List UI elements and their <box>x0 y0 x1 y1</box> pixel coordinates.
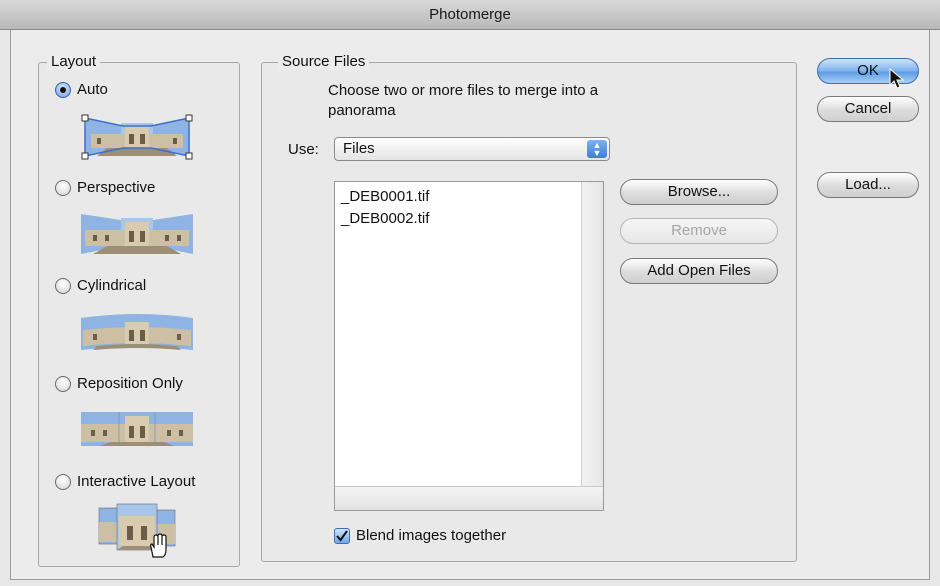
layout-option-cylindrical[interactable]: Cylindrical <box>55 277 146 294</box>
radio-interactive[interactable] <box>55 473 71 490</box>
window-title: Photomerge <box>0 0 940 30</box>
blend-checkbox[interactable] <box>334 527 350 544</box>
reposition-thumbnail <box>81 412 193 446</box>
layout-option-reposition[interactable]: Reposition Only <box>55 375 183 392</box>
layout-group: Layout Auto Perspective Cylindrical Repo… <box>38 53 240 567</box>
file-list[interactable]: _DEB0001.tif _DEB0002.tif <box>334 181 604 511</box>
auto-thumbnail <box>81 114 193 160</box>
list-item[interactable]: _DEB0002.tif <box>335 208 603 230</box>
source-instructions: Choose two or more files to merge into a… <box>328 82 599 119</box>
layout-option-interactive[interactable]: Interactive Layout <box>55 473 195 490</box>
radio-perspective[interactable] <box>55 179 71 196</box>
hand-cursor-icon <box>150 533 167 558</box>
use-select-value: Files <box>343 140 375 157</box>
use-label: Use: <box>288 141 319 158</box>
cylindrical-thumbnail <box>81 314 193 350</box>
checkmark-icon <box>336 529 348 542</box>
remove-button[interactable]: Remove <box>620 218 778 244</box>
perspective-thumbnail <box>81 214 193 254</box>
photomerge-dialog: Layout Auto Perspective Cylindrical Repo… <box>10 30 930 580</box>
radio-cylindrical[interactable] <box>55 277 71 294</box>
layout-option-label: Auto <box>77 81 108 98</box>
cancel-button[interactable]: Cancel <box>817 96 919 122</box>
source-files-legend: Source Files <box>278 53 370 70</box>
layout-option-label: Reposition Only <box>77 375 183 392</box>
layout-option-label: Perspective <box>77 179 156 196</box>
blend-label: Blend images together <box>356 527 507 544</box>
list-item[interactable]: _DEB0001.tif <box>335 186 603 208</box>
layout-legend: Layout <box>47 53 101 70</box>
vertical-scrollbar[interactable] <box>581 182 603 486</box>
load-button[interactable]: Load... <box>817 172 919 198</box>
horizontal-scrollbar[interactable] <box>335 486 603 510</box>
layout-option-label: Interactive Layout <box>77 473 196 490</box>
add-open-files-button[interactable]: Add Open Files <box>620 258 778 284</box>
arrow-cursor-icon <box>889 68 905 89</box>
updown-arrows-icon: ▲ ▼ <box>587 140 607 158</box>
radio-reposition[interactable] <box>55 375 71 392</box>
browse-button[interactable]: Browse... <box>620 179 778 205</box>
layout-option-auto[interactable]: Auto <box>55 81 108 98</box>
use-select[interactable]: Files ▲ ▼ <box>334 137 610 161</box>
radio-auto[interactable] <box>55 81 71 98</box>
source-files-group: Source Files Choose two or more files to… <box>261 53 797 562</box>
layout-option-label: Cylindrical <box>77 277 147 294</box>
layout-option-perspective[interactable]: Perspective <box>55 179 155 196</box>
blend-checkbox-row[interactable]: Blend images together <box>334 527 506 544</box>
